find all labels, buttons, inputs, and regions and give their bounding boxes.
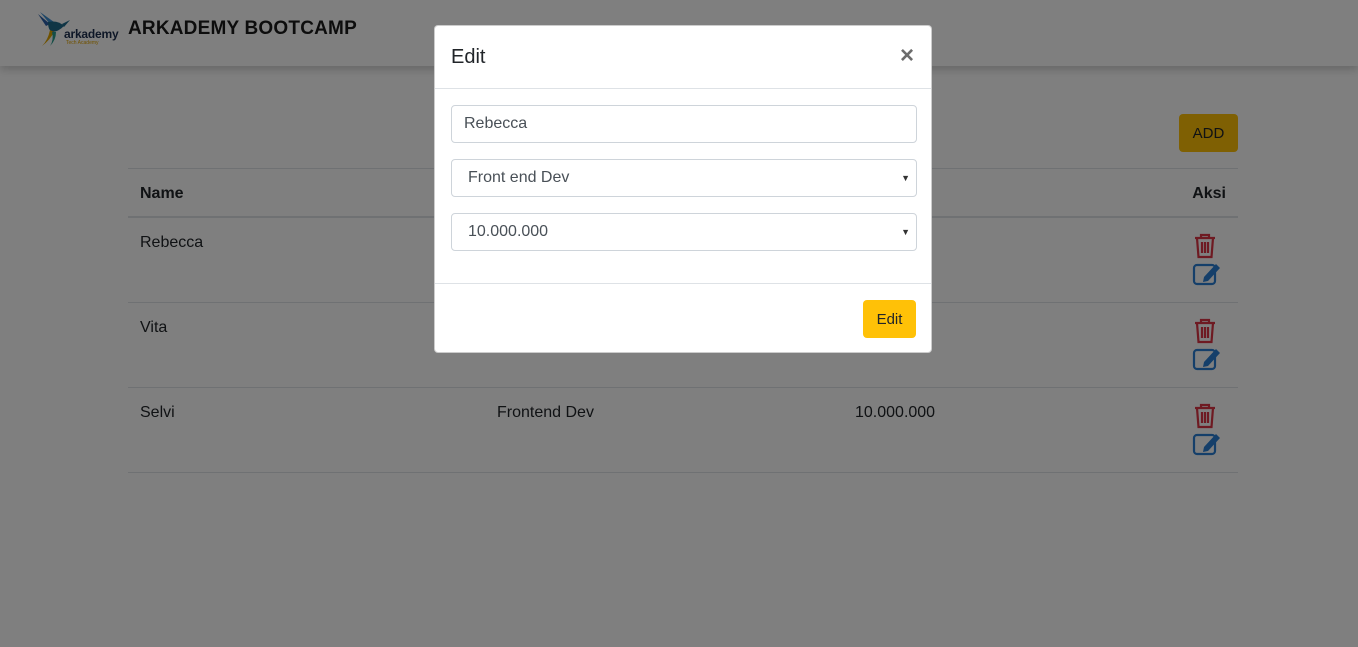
caret-down-icon: ▼ xyxy=(901,227,910,237)
role-select[interactable]: Front end Dev ▼ xyxy=(451,159,917,197)
salary-select-value: 10.000.000 xyxy=(468,223,549,240)
caret-down-icon: ▼ xyxy=(901,173,910,183)
name-input-value: Rebecca xyxy=(464,115,528,132)
modal-title: Edit xyxy=(451,46,486,68)
edit-submit-button[interactable]: Edit xyxy=(863,300,916,338)
modal-body: Rebecca Front end Dev ▼ 10.000.000 ▼ xyxy=(451,105,917,267)
name-input[interactable]: Rebecca xyxy=(451,105,917,143)
role-select-value: Front end Dev xyxy=(468,169,570,186)
modal-header: Edit × xyxy=(435,26,931,89)
edit-modal: Edit × Rebecca Front end Dev ▼ 10.000.00… xyxy=(434,25,932,353)
salary-select[interactable]: 10.000.000 ▼ xyxy=(451,213,917,251)
close-icon[interactable]: × xyxy=(899,42,915,70)
modal-footer: Edit xyxy=(435,283,931,353)
